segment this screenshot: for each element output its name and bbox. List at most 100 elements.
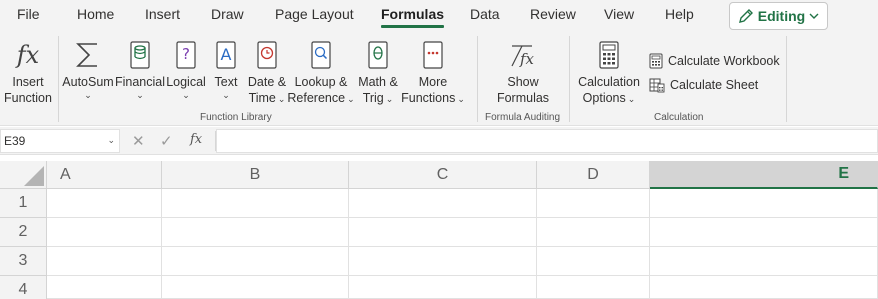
lookup-reference-button[interactable]: Lookup & Reference ⌄ xyxy=(287,36,355,107)
show-formulas-icon: fx xyxy=(508,36,538,70)
chevron-down-icon[interactable]: ⌄ xyxy=(107,135,115,146)
tab-formulas[interactable]: Formulas xyxy=(381,6,445,28)
logical-button[interactable]: ? Logical ⌄ xyxy=(166,36,206,100)
column-header-b[interactable]: B xyxy=(162,161,349,189)
cancel-icon[interactable]: ✕ xyxy=(132,132,145,150)
calculation-options-label-2: Options xyxy=(582,91,626,105)
chevron-down-icon: ⌄ xyxy=(84,90,92,100)
cell-d2[interactable] xyxy=(537,218,650,247)
chevron-down-icon: ⌄ xyxy=(277,94,286,104)
logical-book-icon: ? xyxy=(175,36,197,70)
svg-text:fx: fx xyxy=(519,50,535,68)
more-functions-button[interactable]: More Functions ⌄ xyxy=(401,36,465,107)
svg-text:?: ? xyxy=(182,45,190,63)
tab-review[interactable]: Review xyxy=(530,6,576,22)
tab-home[interactable]: Home xyxy=(77,6,114,22)
cell-a3[interactable] xyxy=(47,247,162,276)
calculate-sheet-label: Calculate Sheet xyxy=(670,78,759,92)
calculation-group-label: Calculation xyxy=(654,112,704,123)
tab-data[interactable]: Data xyxy=(470,6,500,22)
chevron-down-icon: ⌄ xyxy=(136,90,144,100)
name-box-value: E39 xyxy=(4,134,26,148)
name-box[interactable]: E39 ⌄ xyxy=(0,129,120,153)
autosum-button[interactable]: AutoSum ⌄ xyxy=(62,36,114,100)
tab-draw[interactable]: Draw xyxy=(211,6,244,22)
enter-check-icon[interactable]: ✓ xyxy=(160,132,173,150)
math-trig-button[interactable]: Math & Trig ⌄ xyxy=(355,36,401,107)
show-formulas-button[interactable]: fx Show Formulas xyxy=(494,36,552,106)
financial-label: Financial xyxy=(114,75,166,89)
row-header-1[interactable]: 1 xyxy=(0,189,47,218)
chevron-down-icon: ⌄ xyxy=(222,90,230,100)
chevron-down-icon: ⌄ xyxy=(182,90,190,100)
lookup-book-icon xyxy=(310,36,332,70)
tab-file[interactable]: File xyxy=(17,6,40,22)
tab-view[interactable]: View xyxy=(604,6,634,22)
cell-c4[interactable] xyxy=(349,276,537,299)
column-header-a[interactable]: A xyxy=(47,161,162,189)
column-header-d[interactable]: D xyxy=(537,161,650,189)
insert-function-button[interactable]: fx Insert Function xyxy=(4,36,52,106)
show-formulas-label-1: Show xyxy=(507,75,539,89)
ribbon-separator xyxy=(569,36,570,122)
editing-mode-label: Editing xyxy=(757,8,806,24)
cell-d1[interactable] xyxy=(537,189,650,218)
function-library-group-label: Function Library xyxy=(200,112,272,123)
menu-bar: File Home Insert Draw Page Layout Formul… xyxy=(0,0,878,30)
select-all-triangle-icon xyxy=(24,166,44,186)
worksheet-grid: A B C D E 1 2 3 4 xyxy=(0,161,878,299)
logical-label: Logical xyxy=(166,75,206,89)
editing-mode-button[interactable]: Editing xyxy=(729,2,828,30)
sigma-icon xyxy=(75,36,101,70)
financial-button[interactable]: Financial ⌄ xyxy=(114,36,166,100)
cell-c2[interactable] xyxy=(349,218,537,247)
cell-a1[interactable] xyxy=(47,189,162,218)
cell-b3[interactable] xyxy=(162,247,349,276)
calculator-icon xyxy=(598,36,620,70)
ribbon-separator xyxy=(477,36,478,122)
text-label: Text xyxy=(214,75,238,89)
cell-d3[interactable] xyxy=(537,247,650,276)
lookup-reference-label-2: Reference xyxy=(287,91,346,105)
calculate-sheet-button[interactable]: Calculate Sheet xyxy=(649,77,758,93)
financial-book-icon xyxy=(129,36,151,70)
cell-c1[interactable] xyxy=(349,189,537,218)
calculation-options-button[interactable]: Calculation Options ⌄ xyxy=(578,36,640,107)
more-functions-book-icon xyxy=(422,36,444,70)
clock-book-icon xyxy=(256,36,278,70)
cell-a2[interactable] xyxy=(47,218,162,247)
select-all-corner[interactable] xyxy=(0,161,47,189)
cell-e4[interactable] xyxy=(650,276,878,299)
tab-help[interactable]: Help xyxy=(665,6,694,22)
text-functions-button[interactable]: A Text ⌄ xyxy=(210,36,242,100)
fx-icon: fx xyxy=(16,41,40,69)
math-trig-label-1: Math & xyxy=(358,75,398,89)
insert-function-fx-icon[interactable]: fx xyxy=(190,132,202,147)
column-header-c[interactable]: C xyxy=(349,161,537,189)
date-time-button[interactable]: Date & Time ⌄ xyxy=(244,36,290,107)
column-header-e[interactable]: E xyxy=(650,161,878,189)
calculator-icon xyxy=(649,53,663,69)
cell-c3[interactable] xyxy=(349,247,537,276)
insert-function-label-2: Function xyxy=(4,91,52,105)
tab-page-layout[interactable]: Page Layout xyxy=(275,6,354,22)
cell-a4[interactable] xyxy=(47,276,162,299)
text-book-icon: A xyxy=(215,36,237,70)
cell-b2[interactable] xyxy=(162,218,349,247)
row-header-4[interactable]: 4 xyxy=(0,276,47,299)
cell-e3[interactable] xyxy=(650,247,878,276)
cell-b4[interactable] xyxy=(162,276,349,299)
formula-input[interactable] xyxy=(216,129,878,153)
calculate-workbook-button[interactable]: Calculate Workbook xyxy=(649,53,780,69)
cell-d4[interactable] xyxy=(537,276,650,299)
cell-e1[interactable] xyxy=(650,189,878,218)
tab-insert[interactable]: Insert xyxy=(145,6,180,22)
ribbon-separator xyxy=(786,36,787,122)
row-header-3[interactable]: 3 xyxy=(0,247,47,276)
autosum-label: AutoSum xyxy=(62,75,114,89)
more-functions-label-1: More xyxy=(418,75,448,89)
cell-e2[interactable] xyxy=(650,218,878,247)
row-header-2[interactable]: 2 xyxy=(0,218,47,247)
more-functions-label-2: Functions xyxy=(401,91,456,105)
cell-b1[interactable] xyxy=(162,189,349,218)
